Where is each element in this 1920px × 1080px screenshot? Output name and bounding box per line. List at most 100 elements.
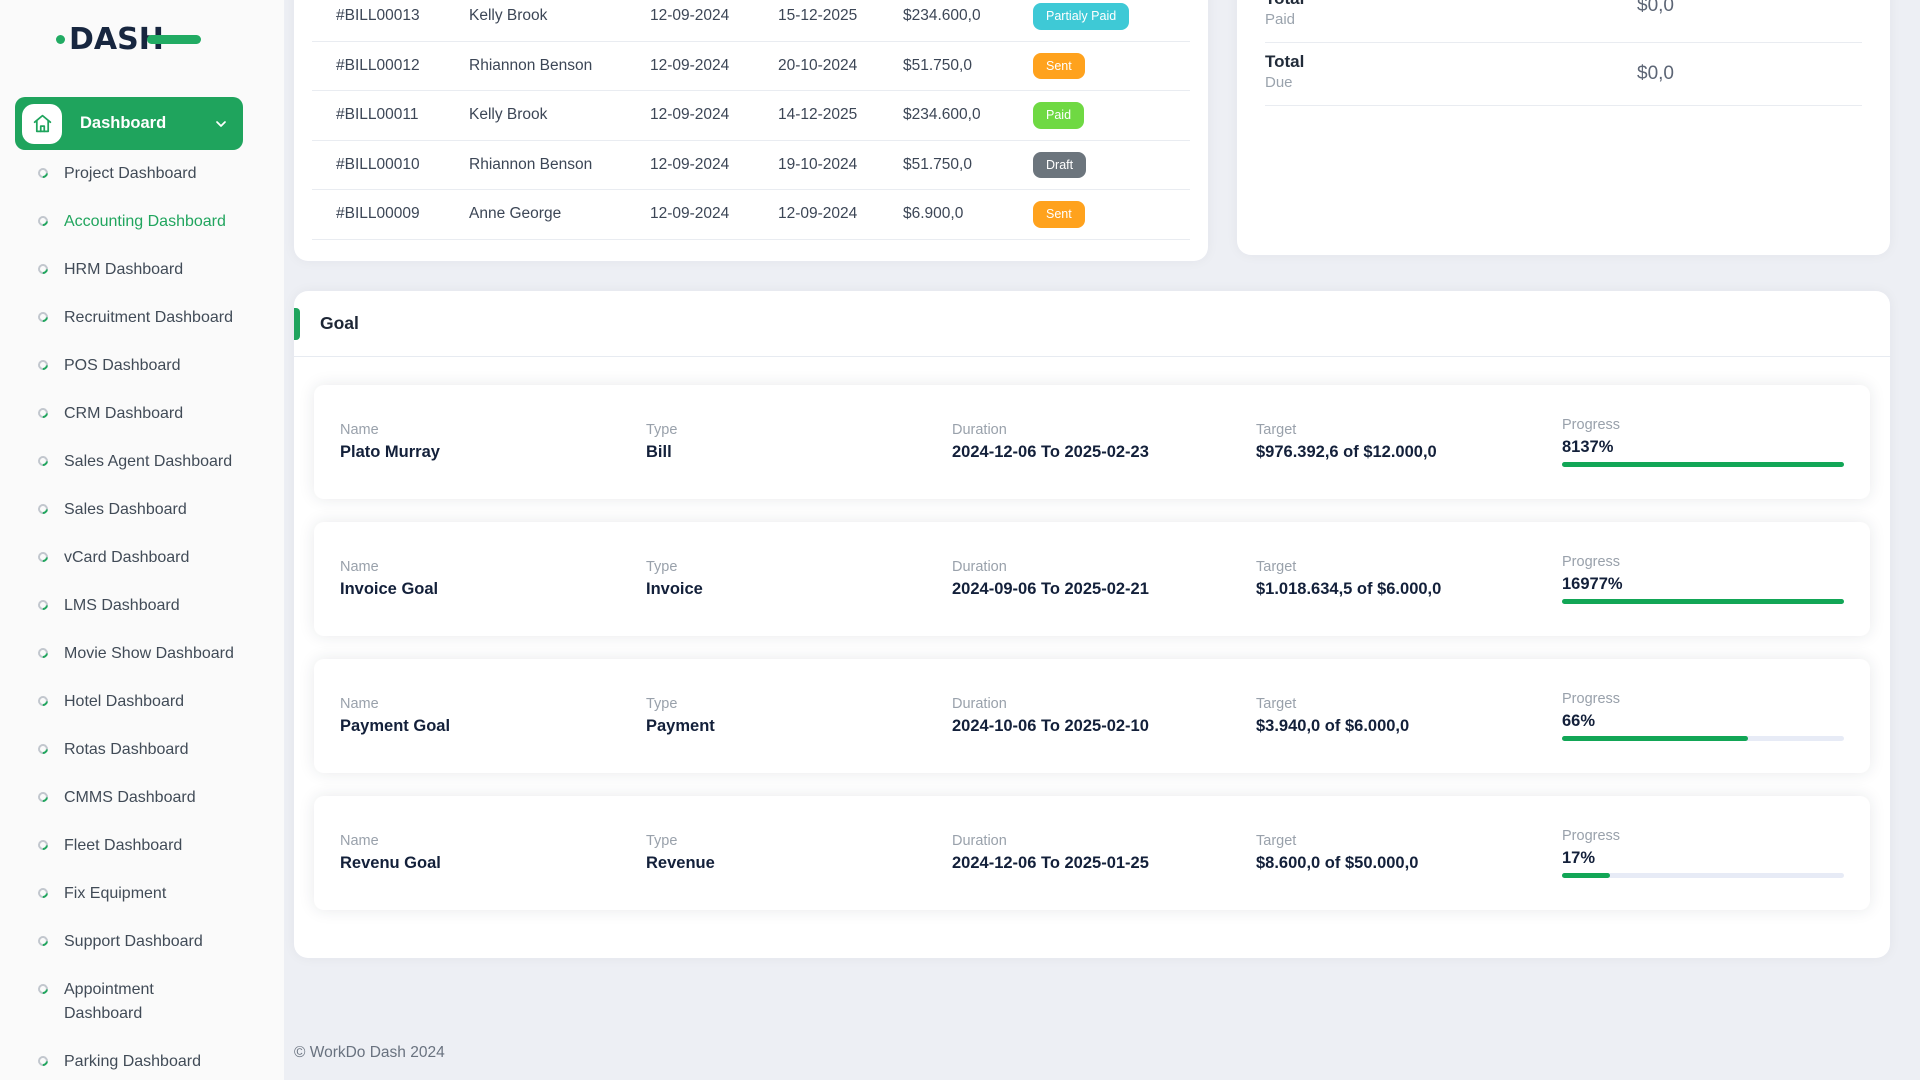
goal-progress-cell: Progress 16977% <box>1562 554 1844 604</box>
progress-track <box>1562 736 1844 741</box>
sidebar-item-label: CMMS Dashboard <box>64 786 196 810</box>
sidebar-item[interactable]: HRM Dashboard <box>0 246 284 294</box>
total-due-row: Total Due $0,0 <box>1265 43 1862 106</box>
goal-type-value: Revenue <box>646 854 952 873</box>
goal-progress-label: Progress <box>1562 554 1844 570</box>
bill-row[interactable]: #BILL00013 Kelly Brook 12-09-2024 15-12-… <box>312 0 1190 42</box>
goal-name-value: Plato Murray <box>340 443 646 462</box>
goal-name-cell: Name Plato Murray <box>340 422 646 462</box>
bill-due-date: 20-10-2024 <box>778 57 903 75</box>
bill-customer: Kelly Brook <box>469 106 650 124</box>
sidebar-item[interactable]: Accounting Dashboard <box>0 198 284 246</box>
dashboard-menu-button[interactable]: Dashboard <box>15 97 243 150</box>
total-subtitle: Paid <box>1265 10 1862 30</box>
bills-table: #BILL00013 Kelly Brook 12-09-2024 15-12-… <box>294 0 1208 240</box>
goal-duration-cell: Duration 2024-12-06 To 2025-02-23 <box>952 422 1256 462</box>
sidebar-item[interactable]: Parking Dashboard <box>0 1038 284 1080</box>
status-circle-icon <box>36 1054 50 1068</box>
top-row: #BILL00013 Kelly Brook 12-09-2024 15-12-… <box>284 0 1920 291</box>
sidebar-item-label: Rotas Dashboard <box>64 738 189 762</box>
goal-duration-cell: Duration 2024-10-06 To 2025-02-10 <box>952 696 1256 736</box>
goal-name-cell: Name Revenu Goal <box>340 833 646 873</box>
goal-item: Name Revenu Goal Type Revenue Duration 2… <box>314 796 1870 910</box>
goal-duration-cell: Duration 2024-09-06 To 2025-02-21 <box>952 559 1256 599</box>
status-badge: Draft <box>1033 152 1086 179</box>
status-circle-icon <box>36 982 50 996</box>
goal-type-label: Type <box>646 833 952 849</box>
sidebar-item[interactable]: Rotas Dashboard <box>0 726 284 774</box>
goal-duration-value: 2024-12-06 To 2025-01-25 <box>952 854 1256 873</box>
sidebar-item[interactable]: vCard Dashboard <box>0 534 284 582</box>
status-circle-icon <box>36 598 50 612</box>
sidebar-item[interactable]: CMMS Dashboard <box>0 774 284 822</box>
sidebar-item-label: Movie Show Dashboard <box>64 642 234 666</box>
sidebar-item[interactable]: LMS Dashboard <box>0 582 284 630</box>
status-circle-icon <box>36 262 50 276</box>
goal-name-value: Invoice Goal <box>340 580 646 599</box>
bill-row[interactable]: #BILL00009 Anne George 12-09-2024 12-09-… <box>312 190 1190 240</box>
sidebar-item-label: Project Dashboard <box>64 162 197 186</box>
home-icon-chip <box>22 104 62 144</box>
goal-name-cell: Name Payment Goal <box>340 696 646 736</box>
goal-type-label: Type <box>646 696 952 712</box>
sidebar-item[interactable]: Sales Agent Dashboard <box>0 438 284 486</box>
sidebar-item-label: Fleet Dashboard <box>64 834 182 858</box>
bill-row[interactable]: #BILL00011 Kelly Brook 12-09-2024 14-12-… <box>312 91 1190 141</box>
sidebar-item-label: LMS Dashboard <box>64 594 180 618</box>
goal-progress-cell: Progress 8137% <box>1562 417 1844 467</box>
goal-duration-value: 2024-10-06 To 2025-02-10 <box>952 717 1256 736</box>
sidebar-item[interactable]: Support Dashboard <box>0 918 284 966</box>
goal-type-cell: Type Revenue <box>646 833 952 873</box>
bill-customer: Kelly Brook <box>469 7 650 25</box>
sidebar-item[interactable]: Hotel Dashboard <box>0 678 284 726</box>
total-subtitle: Due <box>1265 73 1862 93</box>
totals-card: Total Paid $0,0 Total Due $0,0 <box>1237 0 1890 255</box>
bill-id: #BILL00009 <box>336 205 469 223</box>
sidebar-item[interactable]: Fix Equipment <box>0 870 284 918</box>
bill-row[interactable]: #BILL00010 Rhiannon Benson 12-09-2024 19… <box>312 141 1190 191</box>
progress-fill <box>1562 736 1748 741</box>
total-paid-row: Total Paid $0,0 <box>1265 0 1862 43</box>
sidebar-item-label: Fix Equipment <box>64 882 166 906</box>
goal-progress-label: Progress <box>1562 417 1844 433</box>
sidebar-item[interactable]: Sales Dashboard <box>0 486 284 534</box>
sidebar-item[interactable]: Movie Show Dashboard <box>0 630 284 678</box>
goal-name-value: Payment Goal <box>340 717 646 736</box>
sidebar-item[interactable]: CRM Dashboard <box>0 390 284 438</box>
bill-id: #BILL00012 <box>336 57 469 75</box>
goal-target-label: Target <box>1256 833 1562 849</box>
app-logo[interactable]: DASH <box>0 0 284 57</box>
status-circle-icon <box>36 646 50 660</box>
goal-progress-percent: 66% <box>1562 712 1844 731</box>
status-circle-icon <box>36 838 50 852</box>
sidebar: DASH Dashboard Project Dashboard Account… <box>0 0 284 1080</box>
home-icon <box>32 113 53 134</box>
goal-target-cell: Target $3.940,0 of $6.000,0 <box>1256 696 1562 736</box>
sidebar-item-label: vCard Dashboard <box>64 546 189 570</box>
footer-copyright: © WorkDo Dash 2024 <box>294 1044 1920 1062</box>
bill-customer: Anne George <box>469 205 650 223</box>
bill-amount: $234.600,0 <box>903 106 1033 124</box>
sidebar-item-label: Accounting Dashboard <box>64 210 226 234</box>
sidebar-item[interactable]: POS Dashboard <box>0 342 284 390</box>
goal-name-label: Name <box>340 422 646 438</box>
total-paid-value: $0,0 <box>1637 0 1674 17</box>
status-circle-icon <box>36 934 50 948</box>
bill-amount: $234.600,0 <box>903 7 1033 25</box>
sidebar-item[interactable]: Project Dashboard <box>0 150 284 198</box>
sidebar-item[interactable]: Appointment Dashboard <box>0 966 284 1038</box>
status-badge: Sent <box>1033 53 1085 80</box>
sidebar-item[interactable]: Fleet Dashboard <box>0 822 284 870</box>
bill-row[interactable]: #BILL00012 Rhiannon Benson 12-09-2024 20… <box>312 42 1190 92</box>
sidebar-item-label: HRM Dashboard <box>64 258 183 282</box>
status-circle-icon <box>36 694 50 708</box>
goal-target-label: Target <box>1256 696 1562 712</box>
goal-type-value: Payment <box>646 717 952 736</box>
goal-list: Name Plato Murray Type Bill Duration 202… <box>294 357 1890 910</box>
goal-type-cell: Type Invoice <box>646 559 952 599</box>
goal-target-value: $8.600,0 of $50.000,0 <box>1256 854 1562 873</box>
goal-section: Goal Name Plato Murray Type Bill Duratio… <box>294 291 1890 958</box>
sidebar-item[interactable]: Recruitment Dashboard <box>0 294 284 342</box>
goal-progress-cell: Progress 66% <box>1562 691 1844 741</box>
bill-issue-date: 12-09-2024 <box>650 7 778 25</box>
